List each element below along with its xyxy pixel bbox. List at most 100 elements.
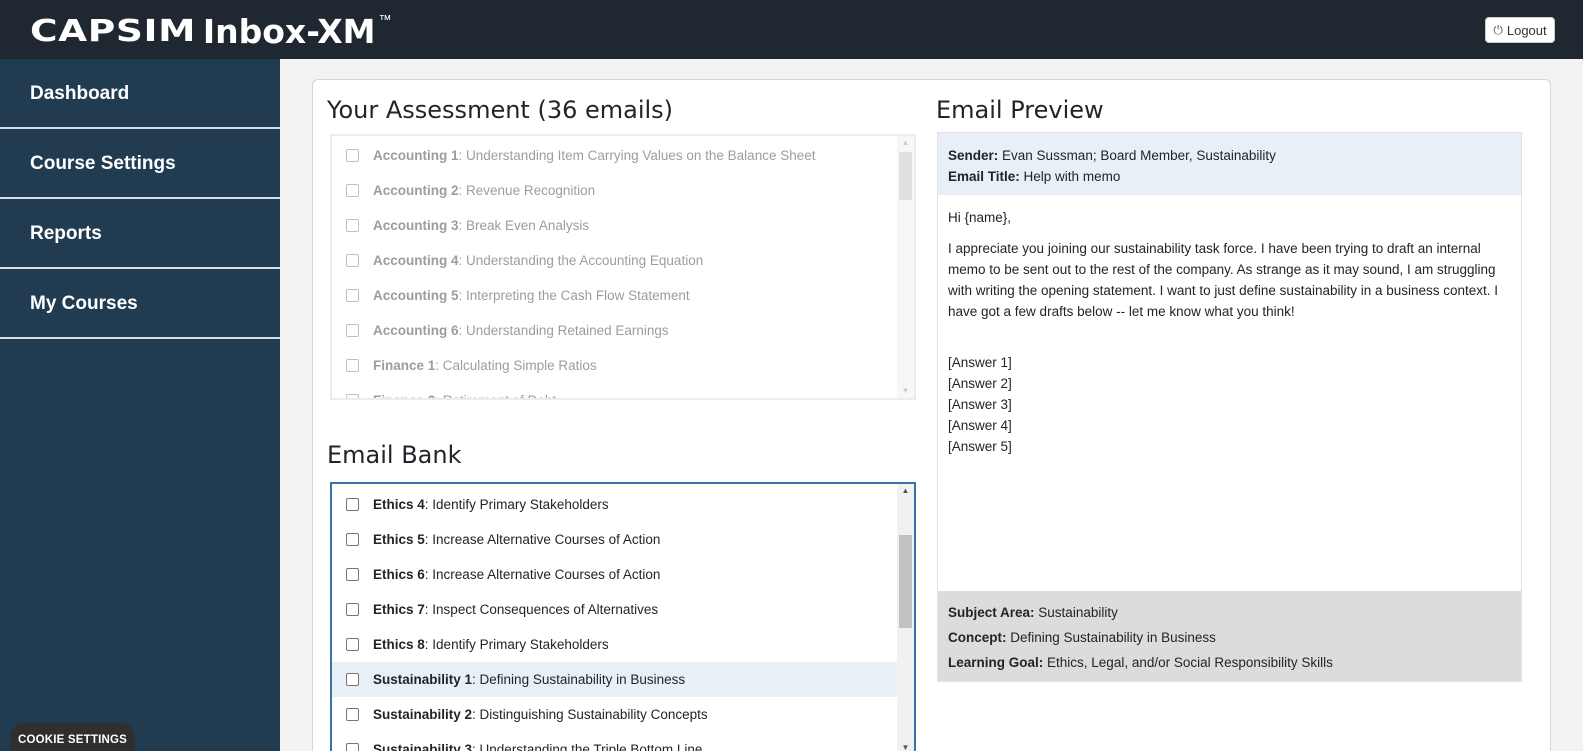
scroll-thumb[interactable] (899, 535, 912, 628)
email-greeting: Hi {name}, (948, 210, 1012, 225)
email-list-item[interactable]: Accounting 1: Understanding Item Carryin… (332, 138, 914, 173)
email-checkbox[interactable] (346, 568, 359, 581)
sender-value: Evan Sussman; Board Member, Sustainabili… (1002, 148, 1276, 163)
email-item-name: Sustainability 2 (373, 707, 473, 722)
separator: : (458, 183, 467, 198)
separator: : (458, 288, 467, 303)
email-list-item[interactable]: Sustainability 3: Understanding the Trip… (332, 732, 914, 751)
separator: : (458, 218, 467, 233)
email-item-topic: Understanding the Triple Bottom Line (479, 742, 703, 751)
logout-button[interactable]: ⏻ Logout (1485, 17, 1555, 43)
scroll-up-arrow-icon[interactable]: ▲ (897, 484, 914, 498)
email-checkbox[interactable] (346, 394, 359, 398)
assessment-scrollbar[interactable]: ▲ ▼ (897, 136, 914, 398)
email-item-topic: Inspect Consequences of Alternatives (432, 602, 659, 617)
email-checkbox[interactable] (346, 638, 359, 651)
sidebar-item-course-settings[interactable]: Course Settings (0, 129, 280, 199)
answer-placeholder: [Answer 1] (948, 355, 1012, 370)
email-title-value: Help with memo (1023, 169, 1121, 184)
cookie-settings-button[interactable]: COOKIE SETTINGS (10, 723, 135, 751)
email-list-item[interactable]: Accounting 3: Break Even Analysis (332, 208, 914, 243)
email-list-item[interactable]: Accounting 6: Understanding Retained Ear… (332, 313, 914, 348)
email-item-topic: Increase Alternative Courses of Action (432, 567, 661, 582)
email-bank-scrollbar[interactable]: ▲ ▼ (897, 484, 914, 751)
sidebar-item-dashboard[interactable]: Dashboard (0, 59, 280, 129)
email-body: Hi {name}, I appreciate you joining our … (938, 195, 1521, 591)
email-title-line: Email Title: Help with memo (948, 166, 1511, 187)
top-bar: CAPSIM Inbox-XM ™ ⏻ Logout (0, 0, 1583, 59)
email-item-topic: Break Even Analysis (466, 218, 590, 233)
learning-goal-value: Ethics, Legal, and/or Social Responsibil… (1047, 655, 1333, 670)
concept-value: Defining Sustainability in Business (1010, 630, 1216, 645)
separator: : (472, 742, 480, 751)
answer-placeholder: [Answer 3] (948, 397, 1012, 412)
answer-placeholder: [Answer 2] (948, 376, 1012, 391)
email-checkbox[interactable] (346, 324, 359, 337)
subject-area-label: Subject Area: (948, 605, 1035, 620)
email-checkbox[interactable] (346, 708, 359, 721)
email-list-item[interactable]: Ethics 5: Increase Alternative Courses o… (332, 522, 914, 557)
email-item-name: Sustainability 1 (373, 672, 473, 687)
email-list-item[interactable]: Accounting 4: Understanding the Accounti… (332, 243, 914, 278)
email-checkbox[interactable] (346, 498, 359, 511)
email-checkbox[interactable] (346, 184, 359, 197)
email-item-name: Accounting 6 (373, 323, 459, 338)
scroll-down-arrow-icon[interactable]: ▼ (897, 741, 914, 751)
learning-goal-line: Learning Goal: Ethics, Legal, and/or Soc… (948, 650, 1511, 675)
email-preview: Sender: Evan Sussman; Board Member, Sust… (937, 132, 1522, 682)
email-checkbox[interactable] (346, 149, 359, 162)
email-list-item[interactable]: Ethics 7: Inspect Consequences of Altern… (332, 592, 914, 627)
email-item-name: Ethics 5 (373, 532, 425, 547)
brand-logo: CAPSIM Inbox-XM ™ (30, 12, 391, 52)
separator: : (424, 567, 433, 582)
email-item-topic: Increase Alternative Courses of Action (432, 532, 661, 547)
email-item-name: Accounting 4 (373, 253, 459, 268)
email-checkbox[interactable] (346, 603, 359, 616)
subject-area-line: Subject Area: Sustainability (948, 600, 1511, 625)
email-item-name: Finance 1 (373, 358, 436, 373)
email-checkbox[interactable] (346, 289, 359, 302)
email-item-topic: Calculating Simple Ratios (442, 358, 597, 373)
separator: : (424, 532, 433, 547)
email-checkbox[interactable] (346, 359, 359, 372)
scroll-up-arrow-icon[interactable]: ▲ (897, 136, 914, 150)
email-list-item[interactable]: Accounting 5: Interpreting the Cash Flow… (332, 278, 914, 313)
email-checkbox[interactable] (346, 673, 359, 686)
brand-capsim: CAPSIM (30, 14, 197, 49)
email-item-name: Ethics 6 (373, 567, 425, 582)
answer-list: [Answer 1] [Answer 2] [Answer 3] [Answer… (948, 352, 1511, 457)
email-preview-header: Sender: Evan Sussman; Board Member, Sust… (938, 133, 1521, 195)
sidebar-item-reports[interactable]: Reports (0, 199, 280, 269)
separator: : (435, 358, 443, 373)
email-item-topic: Understanding Retained Earnings (466, 323, 669, 338)
separator: : (458, 253, 467, 268)
separator: : (472, 707, 480, 722)
email-checkbox[interactable] (346, 533, 359, 546)
concept-line: Concept: Defining Sustainability in Busi… (948, 625, 1511, 650)
email-item-topic: Defining Sustainability in Business (479, 672, 686, 687)
email-list-item[interactable]: Finance 2: Retirement of Debt (332, 383, 914, 398)
email-list-item[interactable]: Accounting 2: Revenue Recognition (332, 173, 914, 208)
brand-product: Inbox-XM (202, 12, 376, 51)
separator: : (458, 148, 467, 163)
email-list-item[interactable]: Ethics 6: Increase Alternative Courses o… (332, 557, 914, 592)
separator: : (435, 393, 443, 398)
sidebar-item-my-courses[interactable]: My Courses (0, 269, 280, 339)
scroll-down-arrow-icon[interactable]: ▼ (897, 384, 914, 398)
assessment-list: Accounting 1: Understanding Item Carryin… (330, 134, 916, 400)
email-list-item[interactable]: Finance 1: Calculating Simple Ratios (332, 348, 914, 383)
email-list-item[interactable]: Sustainability 2: Distinguishing Sustain… (332, 697, 914, 732)
email-checkbox[interactable] (346, 254, 359, 267)
email-list-item[interactable]: Ethics 4: Identify Primary Stakeholders (332, 487, 914, 522)
scroll-thumb[interactable] (899, 152, 912, 200)
answer-placeholder: [Answer 5] (948, 439, 1012, 454)
email-list-item[interactable]: Sustainability 1: Defining Sustainabilit… (332, 662, 914, 697)
email-checkbox[interactable] (346, 743, 359, 751)
sender-label: Sender: (948, 148, 999, 163)
separator: : (424, 637, 433, 652)
logout-label: Logout (1506, 22, 1547, 38)
email-item-topic: Identify Primary Stakeholders (432, 497, 609, 512)
separator: : (424, 497, 433, 512)
email-checkbox[interactable] (346, 219, 359, 232)
email-list-item[interactable]: Ethics 8: Identify Primary Stakeholders (332, 627, 914, 662)
